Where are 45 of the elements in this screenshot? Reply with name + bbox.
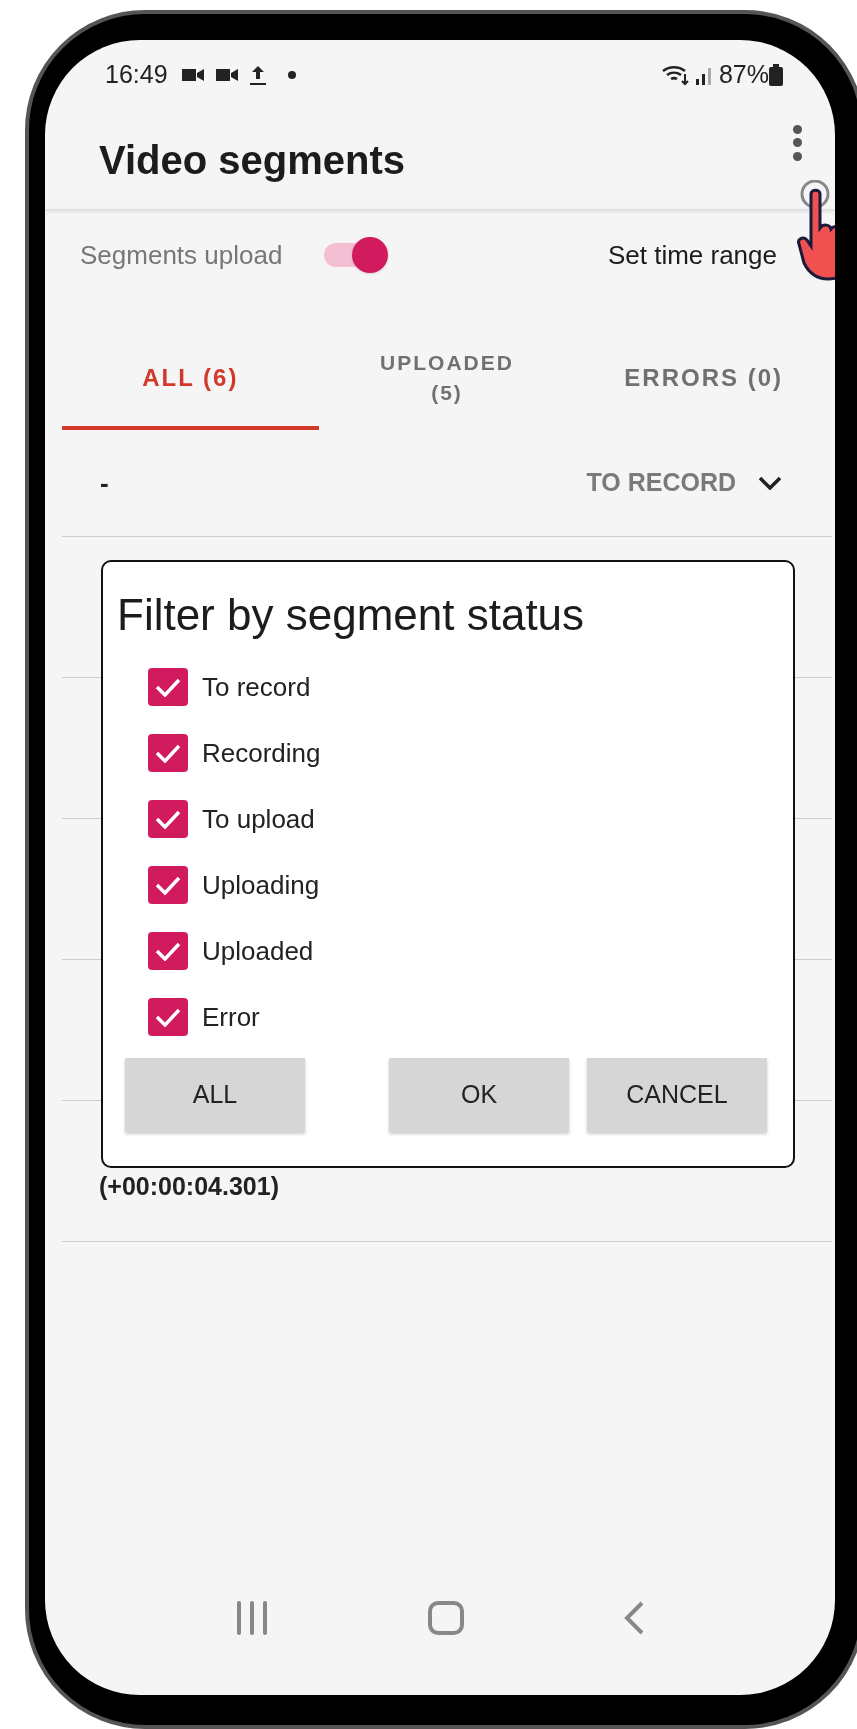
- checkbox[interactable]: [148, 932, 188, 970]
- home-icon[interactable]: [428, 1601, 464, 1635]
- checkmark-icon: [155, 1007, 181, 1027]
- set-time-range-button[interactable]: Set time range: [607, 235, 777, 275]
- checkmark-icon: [155, 809, 181, 829]
- range-value: -: [100, 466, 109, 500]
- video-camera-icon: [215, 68, 238, 82]
- option-label: Recording: [202, 736, 321, 770]
- checkbox[interactable]: [148, 800, 188, 838]
- wifi-icon: [660, 64, 691, 86]
- option-label: Uploading: [202, 868, 320, 902]
- checkbox[interactable]: [148, 998, 188, 1036]
- chevron-down-icon: [758, 476, 782, 490]
- back-icon[interactable]: [623, 1601, 646, 1635]
- checkbox[interactable]: [148, 668, 188, 706]
- dialog-button[interactable]: CANCEL: [587, 1058, 767, 1132]
- battery-icon: [769, 64, 783, 86]
- tab[interactable]: UPLOADED (5): [318, 330, 576, 430]
- tab[interactable]: ALL (6): [62, 330, 319, 430]
- dialog-button[interactable]: ALL: [125, 1058, 305, 1132]
- dialog-title: Filter by segment status: [117, 589, 586, 641]
- upload-icon: [249, 65, 266, 85]
- checkmark-icon: [155, 743, 181, 763]
- checkmark-icon: [155, 875, 181, 895]
- status-time: 16:49: [105, 59, 168, 91]
- upload-switch[interactable]: [322, 235, 389, 275]
- checkmark-icon: [155, 941, 181, 961]
- option-label: Error: [202, 1000, 260, 1034]
- option-label: Uploaded: [202, 934, 314, 968]
- screen-title: Video segments: [99, 136, 406, 184]
- video-camera-icon: [181, 68, 204, 82]
- checkmark-icon: [155, 677, 181, 697]
- segment-offset: (+00:00:04.301): [99, 1170, 279, 1202]
- recent-apps-icon[interactable]: [234, 1601, 269, 1635]
- status-dropdown[interactable]: TO RECORD: [586, 464, 782, 502]
- signal-icon: [694, 65, 713, 85]
- tab[interactable]: ERRORS (0): [575, 330, 832, 430]
- dot-icon: [287, 71, 296, 79]
- checkbox[interactable]: [148, 866, 188, 904]
- option-label: To record: [202, 670, 311, 704]
- toggle-label: Segments upload: [80, 238, 283, 272]
- checkbox[interactable]: [148, 734, 188, 772]
- battery-percent: 87%: [718, 59, 769, 91]
- option-label: To upload: [202, 802, 315, 836]
- dialog-button[interactable]: OK: [389, 1058, 569, 1132]
